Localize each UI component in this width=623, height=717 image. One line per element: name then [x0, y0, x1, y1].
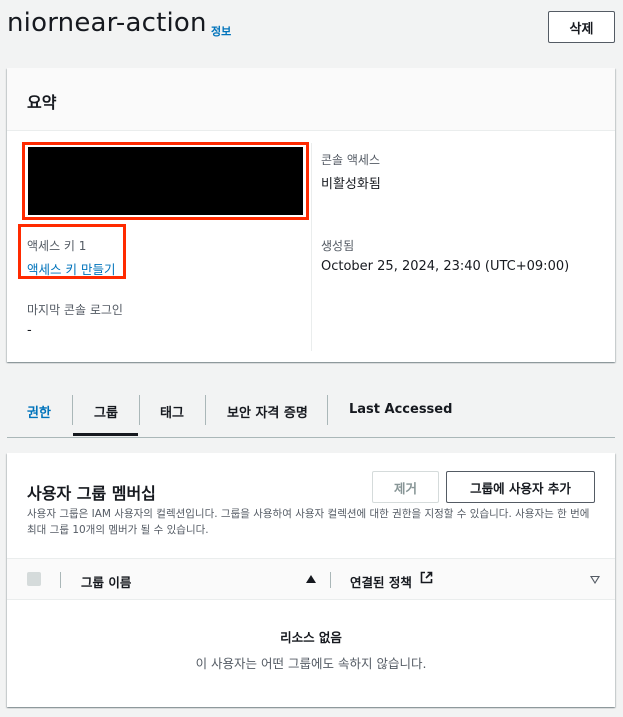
column-header-attached-policies[interactable]: 연결된 정책	[350, 572, 412, 591]
tab-separator	[139, 395, 140, 425]
annotation-highlight-box	[22, 142, 309, 220]
info-link[interactable]: 정보	[211, 23, 231, 39]
empty-state-description: 이 사용자는 어떤 그룹에도 속하지 않습니다.	[195, 656, 427, 671]
empty-state-title: 리소스 없음	[280, 630, 342, 645]
sort-descending-icon[interactable]	[590, 576, 600, 584]
tab-security-credentials[interactable]: 보안 자격 증명	[227, 395, 308, 425]
table-header: 그룹 이름 연결된 정책	[7, 558, 615, 600]
summary-panel: 요약 액세스 키 1 액세스 키 만들기 마지막 콘솔 로그인 - 콘솔 액세스…	[7, 68, 615, 362]
summary-title: 요약	[27, 93, 57, 112]
select-all-checkbox[interactable]	[27, 572, 41, 586]
remove-button[interactable]: 제거	[372, 471, 439, 503]
tab-separator	[205, 395, 206, 425]
delete-button[interactable]: 삭제	[548, 11, 615, 43]
active-tab-indicator	[73, 433, 138, 436]
tab-separator	[72, 395, 73, 425]
page-header: niornear-action 정보 삭제	[0, 0, 623, 60]
column-header-group-name[interactable]: 그룹 이름	[81, 572, 131, 591]
group-membership-title: 사용자 그룹 멤버십	[27, 484, 156, 503]
column-separator	[330, 572, 331, 588]
external-link-icon	[420, 571, 433, 584]
created-label: 생성됨	[321, 239, 355, 253]
tab-groups[interactable]: 그룹	[94, 395, 118, 425]
summary-header: 요약	[7, 68, 615, 131]
access-key-label: 액세스 키 1	[27, 239, 87, 253]
last-console-login-label: 마지막 콘솔 로그인	[27, 303, 123, 317]
column-separator	[60, 572, 61, 588]
group-membership-panel: 사용자 그룹 멤버십 제거 그룹에 사용자 추가 사용자 그룹은 IAM 사용자…	[7, 453, 615, 707]
page-title: niornear-action	[7, 8, 207, 38]
column-divider	[311, 143, 312, 351]
group-membership-description: 사용자 그룹은 IAM 사용자의 컬렉션입니다. 그룹을 사용하여 사용자 컬렉…	[27, 508, 590, 536]
tab-bar: 권한 그룹 태그 보안 자격 증명 Last Accessed	[7, 387, 615, 438]
add-user-to-group-button[interactable]: 그룹에 사용자 추가	[446, 471, 595, 503]
sort-ascending-icon[interactable]	[306, 575, 316, 583]
tab-last-accessed[interactable]: Last Accessed	[349, 395, 452, 425]
console-access-value: 비활성화됨	[321, 177, 381, 192]
tab-tags[interactable]: 태그	[160, 395, 184, 425]
tab-separator	[327, 395, 328, 425]
tab-permissions[interactable]: 권한	[27, 395, 51, 425]
create-access-key-link[interactable]: 액세스 키 만들기	[27, 259, 115, 278]
last-console-login-value: -	[27, 323, 32, 338]
console-access-label: 콘솔 액세스	[321, 153, 381, 167]
created-value: October 25, 2024, 23:40 (UTC+09:00)	[321, 259, 570, 274]
